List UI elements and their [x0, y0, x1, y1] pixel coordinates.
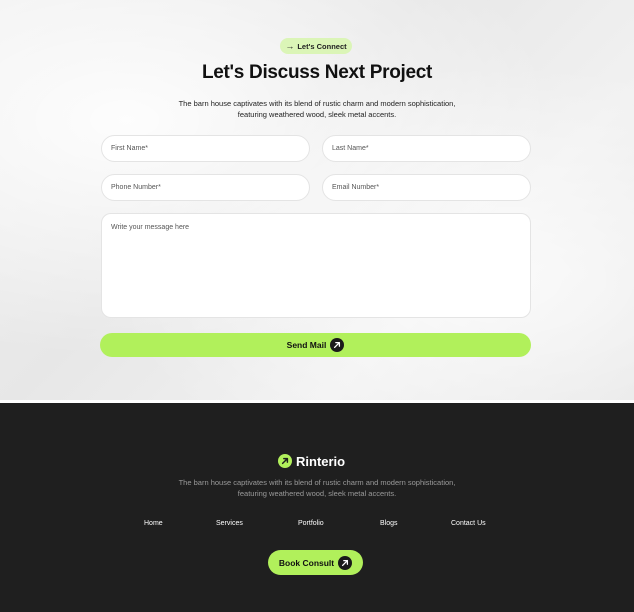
message-placeholder: Write your message here [111, 224, 190, 231]
footer-subtitle: The barn house captivates with its blend… [167, 477, 467, 499]
nav-home[interactable]: Home [144, 520, 163, 527]
footer-subtitle-line-2: featuring weathered wood, sleek metal ac… [237, 489, 397, 498]
email-placeholder: Email Number* [332, 184, 380, 191]
contact-section: → Let's Connect Let's Discuss Next Proje… [0, 0, 634, 400]
arrow-up-right-icon [338, 555, 353, 570]
email-field[interactable]: Email Number* [322, 174, 531, 201]
book-consult-label: Book Consult [278, 557, 335, 568]
footer-subtitle-line-1: The barn house captivates with its blend… [178, 478, 456, 487]
nav-contact-us[interactable]: Contact Us [451, 520, 486, 527]
last-name-placeholder: Last Name* [332, 145, 369, 152]
nav-portfolio[interactable]: Portfolio [298, 520, 324, 527]
phone-placeholder: Phone Number* [111, 184, 161, 191]
brand-name: Rinterio [296, 453, 346, 469]
first-name-placeholder: First Name* [111, 145, 148, 152]
arrow-up-right-icon [278, 454, 292, 468]
tag-label: Let's Connect [297, 41, 347, 51]
message-textarea[interactable]: Write your message here [101, 213, 531, 318]
phone-field[interactable]: Phone Number* [101, 174, 310, 201]
nav-services[interactable]: Services [216, 520, 243, 527]
contact-subtitle: The barn house captivates with its blend… [167, 98, 467, 120]
send-mail-label: Send Mail [286, 340, 327, 350]
nav-blogs[interactable]: Blogs [380, 520, 398, 527]
first-name-field[interactable]: First Name* [101, 135, 310, 162]
arrow-up-right-icon [330, 338, 345, 352]
subtitle-line-1: The barn house captivates with its blend… [178, 99, 456, 108]
page-title: Let's Discuss Next Project [201, 62, 433, 83]
brand-logo[interactable]: Rinterio [278, 452, 345, 470]
last-name-field[interactable]: Last Name* [322, 135, 531, 162]
send-mail-button[interactable]: Send Mail [100, 333, 531, 357]
arrow-right-icon: → [285, 40, 295, 51]
lets-connect-tag: → Let's Connect [280, 38, 352, 54]
book-consult-button[interactable]: Book Consult [268, 550, 363, 575]
footer: Rinterio The barn house captivates with … [0, 403, 634, 612]
subtitle-line-2: featuring weathered wood, sleek metal ac… [237, 110, 397, 119]
